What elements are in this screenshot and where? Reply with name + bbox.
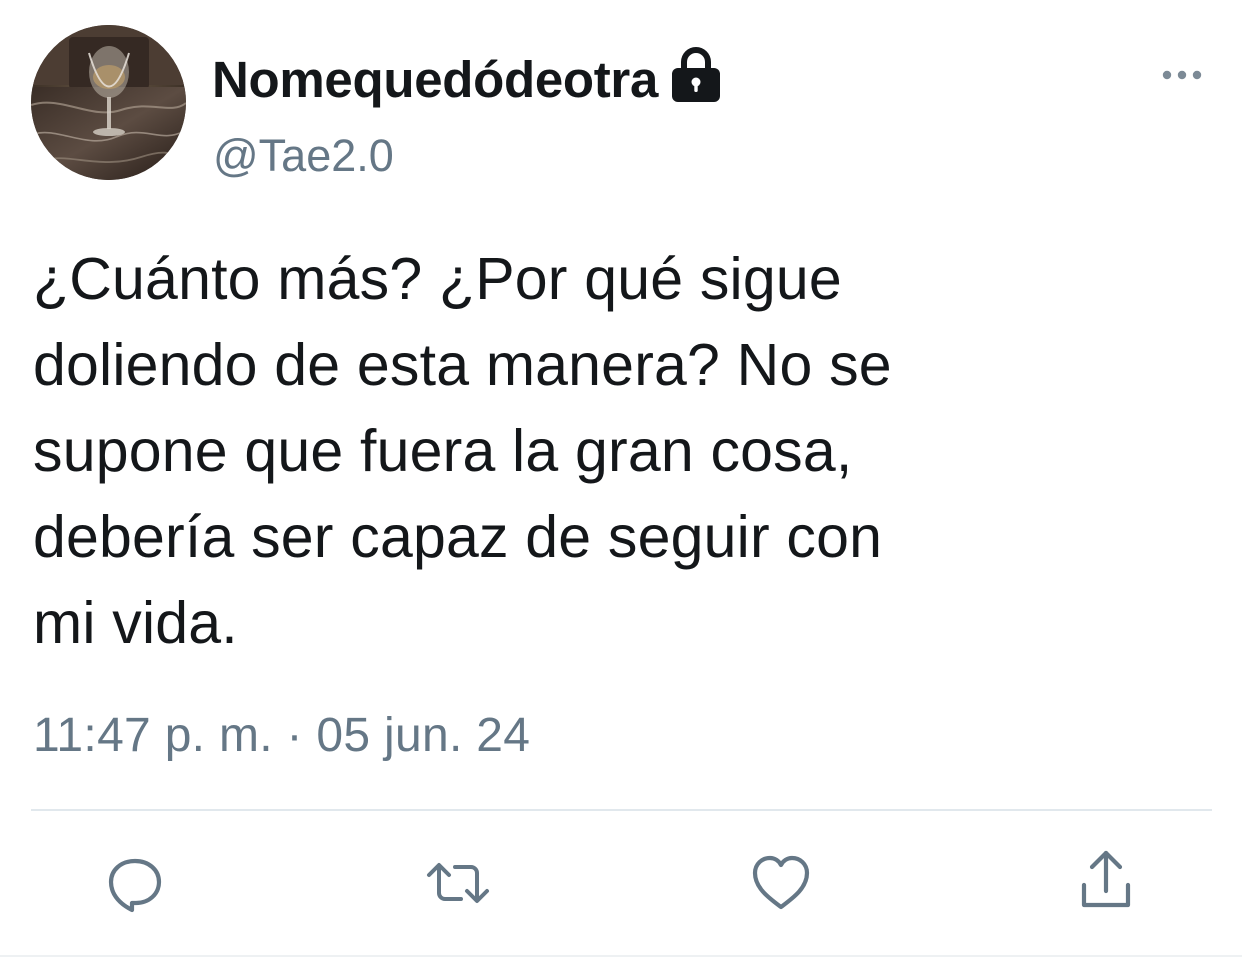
action-bar xyxy=(0,845,1242,925)
more-horizontal-icon xyxy=(1162,70,1202,80)
retweet-icon xyxy=(427,863,489,903)
retweet-button[interactable] xyxy=(423,848,493,918)
author-display-name[interactable]: Nomequedódeotra xyxy=(212,54,658,105)
reply-button[interactable] xyxy=(100,848,170,918)
like-button[interactable] xyxy=(746,848,816,918)
author-handle[interactable]: @Tae2.0 xyxy=(213,133,394,178)
avatar-photo xyxy=(31,25,186,180)
share-button[interactable] xyxy=(1071,845,1141,915)
tweet-timestamp[interactable]: 11:47 p. m. · 05 jun. 24 xyxy=(33,712,530,760)
tweet-text: ¿Cuánto más? ¿Por qué sigue doliendo de … xyxy=(33,246,892,656)
share-icon xyxy=(1081,850,1131,908)
lock-icon xyxy=(668,46,724,104)
heart-icon xyxy=(752,855,810,910)
author-name-row: Nomequedódeotra xyxy=(212,44,724,114)
divider xyxy=(31,809,1212,811)
bottom-divider xyxy=(0,955,1242,957)
avatar[interactable] xyxy=(31,25,186,180)
more-options-button[interactable] xyxy=(1153,60,1211,90)
reply-icon xyxy=(108,858,162,913)
